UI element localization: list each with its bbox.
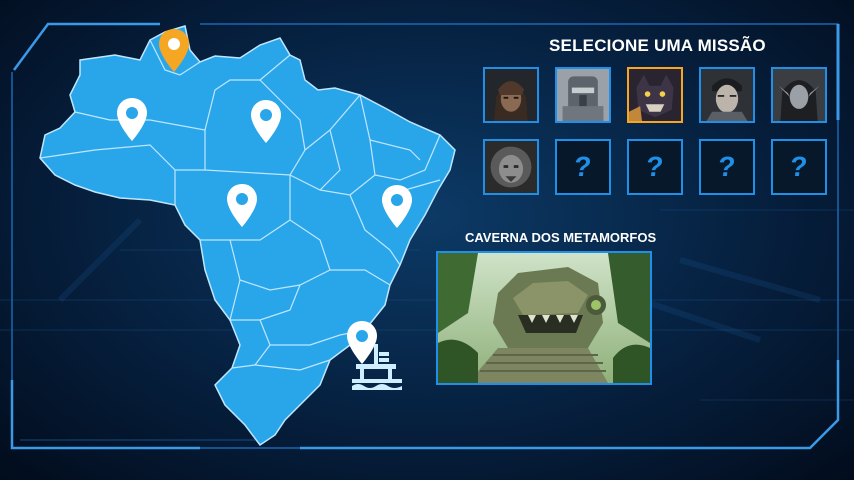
scarred-fighter-portrait-icon bbox=[701, 69, 753, 121]
tribal-warrior-portrait-icon bbox=[485, 69, 537, 121]
question-mark-icon: ? bbox=[716, 151, 738, 182]
armored-robot-portrait-icon bbox=[557, 69, 609, 121]
mission-portrait-scarred-fighter[interactable] bbox=[699, 67, 755, 123]
question-mark-icon: ? bbox=[572, 151, 594, 182]
mission-preview-image[interactable] bbox=[436, 251, 652, 385]
map-pin-icon[interactable] bbox=[115, 97, 149, 143]
mission-portrait-armored-robot[interactable] bbox=[555, 67, 611, 123]
page-title: SELECIONE UMA MISSÃO bbox=[549, 36, 766, 55]
stone-lion-portrait-icon bbox=[485, 141, 537, 193]
locked-mission-slot[interactable]: ? bbox=[555, 139, 611, 195]
mission-portrait-stone-lion[interactable] bbox=[483, 139, 539, 195]
map-pin-icon-selected[interactable] bbox=[157, 28, 191, 74]
question-mark-icon: ? bbox=[788, 151, 810, 182]
beast-panther-portrait-icon bbox=[629, 69, 681, 121]
mission-portrait-beast-panther[interactable] bbox=[627, 67, 683, 123]
oil-platform-icon[interactable] bbox=[348, 342, 406, 394]
locked-mission-slot[interactable]: ? bbox=[699, 139, 755, 195]
mission-portrait-tribal-warrior[interactable] bbox=[483, 67, 539, 123]
cave-temple-illustration bbox=[438, 253, 650, 383]
mission-portrait-elf-woman[interactable] bbox=[771, 67, 827, 123]
question-mark-icon: ? bbox=[644, 151, 666, 182]
map-pin-icon[interactable] bbox=[380, 184, 414, 230]
elf-woman-portrait-icon bbox=[773, 69, 825, 121]
map-pin-icon[interactable] bbox=[225, 183, 259, 229]
brazil-map bbox=[39, 25, 456, 447]
locked-mission-slot[interactable]: ? bbox=[627, 139, 683, 195]
map-pin-icon[interactable] bbox=[249, 99, 283, 145]
locked-mission-slot[interactable]: ? bbox=[771, 139, 827, 195]
selected-mission-name: CAVERNA DOS METAMORFOS bbox=[465, 230, 657, 245]
